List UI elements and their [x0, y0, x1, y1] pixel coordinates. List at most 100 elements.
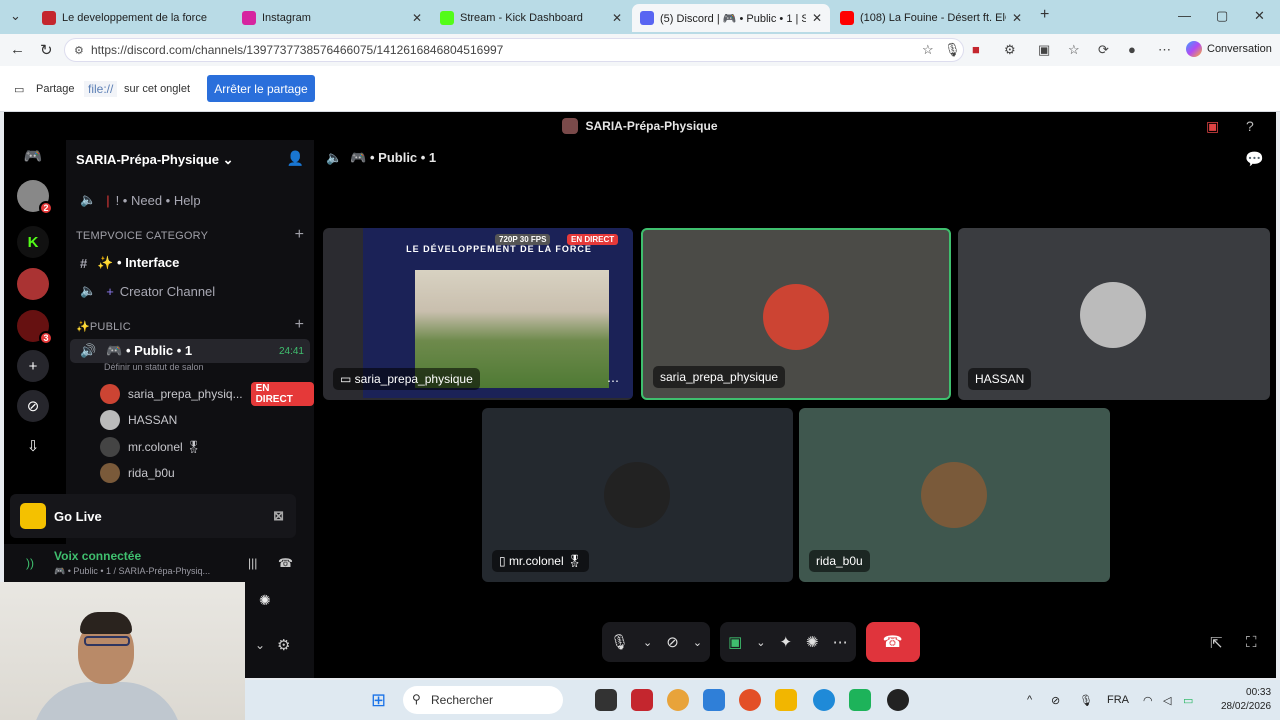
photos-icon[interactable]: [703, 689, 725, 711]
participant-tile[interactable]: ▯ mr.colonel 🎖: [482, 408, 793, 582]
soundboard-icon[interactable]: ✺: [806, 633, 819, 651]
category-tempvoice[interactable]: TEMPVOICE CATEGORY: [76, 230, 208, 242]
voice-member[interactable]: saria_prepa_physiq... EN DIRECT: [100, 382, 314, 406]
close-icon[interactable]: ✕: [1012, 11, 1022, 25]
new-tab-icon[interactable]: +: [1040, 6, 1049, 24]
chevron-down-icon[interactable]: ⌄: [693, 636, 702, 649]
participant-tile[interactable]: saria_prepa_physique: [641, 228, 951, 400]
voice-member[interactable]: HASSAN: [100, 410, 177, 430]
category-public[interactable]: ✨PUBLIC: [76, 320, 131, 333]
chevron-down-icon[interactable]: ⌄: [255, 638, 265, 652]
profile-icon[interactable]: ●: [1128, 42, 1136, 57]
task-view-icon[interactable]: [595, 689, 617, 711]
go-live-button[interactable]: Go Live ⊠: [10, 494, 296, 538]
activity-icon[interactable]: ✦: [779, 633, 792, 651]
site-info-icon[interactable]: ⚙: [74, 44, 84, 57]
url-field[interactable]: ⚙ https://discord.com/channels/139773773…: [64, 38, 964, 62]
server-avatar[interactable]: [17, 268, 49, 300]
chevron-down-icon[interactable]: ⌄: [756, 636, 765, 649]
back-icon[interactable]: ←: [10, 41, 25, 58]
history-icon[interactable]: ⟳: [1098, 42, 1109, 58]
favorite-star-icon[interactable]: ☆: [922, 42, 934, 58]
windows-start-icon[interactable]: ⊞: [371, 690, 386, 711]
clock[interactable]: 00:33 28/02/2026: [1221, 686, 1271, 714]
camera-off-icon[interactable]: ⊘: [666, 633, 679, 651]
maximize-icon[interactable]: ▢: [1216, 8, 1228, 24]
reload-icon[interactable]: ↻: [40, 41, 53, 59]
participant-tile[interactable]: HASSAN: [958, 228, 1270, 400]
participant-tile[interactable]: rida_b0u: [799, 408, 1110, 582]
soundboard-icon[interactable]: ✺: [259, 592, 271, 609]
browser-tab-3[interactable]: (5) Discord | 🎮 • Public • 1 | SA ✕: [632, 4, 830, 32]
split-icon[interactable]: ▣: [1038, 42, 1050, 58]
more-icon[interactable]: ⋯: [1158, 42, 1171, 58]
server-avatar[interactable]: 2: [17, 180, 53, 215]
close-icon[interactable]: ✕: [412, 11, 422, 25]
close-icon[interactable]: ✕: [612, 11, 622, 25]
chevron-up-icon[interactable]: ^: [1027, 694, 1032, 706]
channel-public[interactable]: 🔊 🎮 • Public • 1 24:41: [66, 339, 314, 363]
fullscreen-icon[interactable]: ⛶: [1246, 634, 1257, 651]
app-icon[interactable]: [739, 689, 761, 711]
volume-icon[interactable]: ◁: [1163, 694, 1171, 707]
browser-tab-1[interactable]: Instagram ✕: [234, 4, 430, 32]
mic-icon[interactable]: 🎙: [944, 42, 961, 58]
close-window-icon[interactable]: ✕: [1254, 8, 1265, 24]
channel-interface[interactable]: # ✨ • Interface: [66, 252, 314, 274]
close-icon[interactable]: ⊠: [273, 508, 284, 524]
chrome-icon[interactable]: [667, 689, 689, 711]
hang-up-button[interactable]: ☎: [865, 622, 920, 662]
signal-icon[interactable]: )): [26, 556, 34, 570]
edge-icon[interactable]: [813, 689, 835, 711]
settings-gear-icon[interactable]: ⚙: [277, 636, 290, 654]
wifi-icon[interactable]: ◠: [1143, 694, 1153, 707]
office-app-icon[interactable]: [631, 689, 653, 711]
help-icon[interactable]: ?: [1246, 118, 1254, 134]
popout-icon[interactable]: ⇱: [1210, 634, 1223, 652]
obs-icon[interactable]: [887, 689, 909, 711]
extensions-icon[interactable]: ⚙: [1004, 42, 1016, 58]
favorites-icon[interactable]: ☆: [1068, 42, 1080, 58]
mic-icon[interactable]: 🎙: [610, 633, 629, 651]
browser-tab-4[interactable]: (108) La Fouine - Désert ft. ElGrand ✕: [832, 4, 1030, 32]
browser-tab-0[interactable]: Le developpement de la force: [34, 4, 232, 32]
channel-creator[interactable]: 🔈 + Creator Channel: [66, 280, 314, 302]
add-channel-icon[interactable]: +: [295, 316, 304, 334]
kick-server-icon[interactable]: K: [17, 226, 49, 258]
channel-status[interactable]: Définir un statut de salon: [104, 362, 204, 372]
invite-icon[interactable]: 👤: [287, 150, 304, 167]
browser-tab-2[interactable]: Stream - Kick Dashboard ✕: [432, 4, 630, 32]
voice-connected-label[interactable]: Voix connectée: [54, 549, 141, 563]
voice-member[interactable]: mr.colonel 🎖: [100, 437, 201, 457]
mic-icon[interactable]: 🎙: [1079, 694, 1093, 707]
close-icon[interactable]: ✕: [812, 11, 822, 25]
app-icon[interactable]: [849, 689, 871, 711]
discover-icon[interactable]: ⊘: [17, 390, 49, 422]
chat-icon[interactable]: 💬: [1245, 150, 1264, 168]
noise-suppression-icon[interactable]: |||: [248, 556, 257, 570]
copilot-button[interactable]: Conversation: [1186, 41, 1272, 57]
minimize-icon[interactable]: —: [1178, 8, 1191, 23]
chevron-down-icon[interactable]: ⌄: [643, 636, 652, 649]
battery-icon[interactable]: ▭: [1183, 694, 1193, 707]
server-name-button[interactable]: SARIA-Prépa-Physique ⌄: [76, 152, 234, 168]
more-icon[interactable]: ⋯: [833, 633, 848, 651]
stream-tile[interactable]: LE DÉVELOPPEMENT DE LA FORCE 720P 30 FPS…: [323, 228, 633, 400]
extension-icon[interactable]: ■: [972, 42, 980, 57]
disconnect-icon[interactable]: ☎: [278, 556, 293, 570]
network-off-icon[interactable]: ⊘: [1051, 694, 1060, 707]
discord-home-icon[interactable]: 🎮: [17, 140, 49, 172]
channel-need-help[interactable]: 🔈 | ! • Need • Help: [66, 190, 314, 210]
server-avatar[interactable]: 3: [17, 310, 53, 345]
inbox-icon[interactable]: ▣: [1206, 118, 1219, 135]
download-icon[interactable]: ⇩: [17, 430, 49, 462]
add-server-icon[interactable]: +: [17, 350, 49, 382]
stop-sharing-button[interactable]: Arrêter le partage: [207, 75, 315, 102]
more-icon[interactable]: ⋯: [607, 374, 619, 388]
taskbar-search[interactable]: ⚲ Rechercher: [403, 686, 563, 714]
voice-member[interactable]: rida_b0u: [100, 463, 175, 483]
tab-list-icon[interactable]: ⌄: [10, 8, 21, 24]
add-channel-icon[interactable]: +: [295, 226, 304, 244]
language-indicator[interactable]: FRA: [1107, 694, 1129, 706]
screen-share-icon[interactable]: ▣: [728, 633, 742, 651]
